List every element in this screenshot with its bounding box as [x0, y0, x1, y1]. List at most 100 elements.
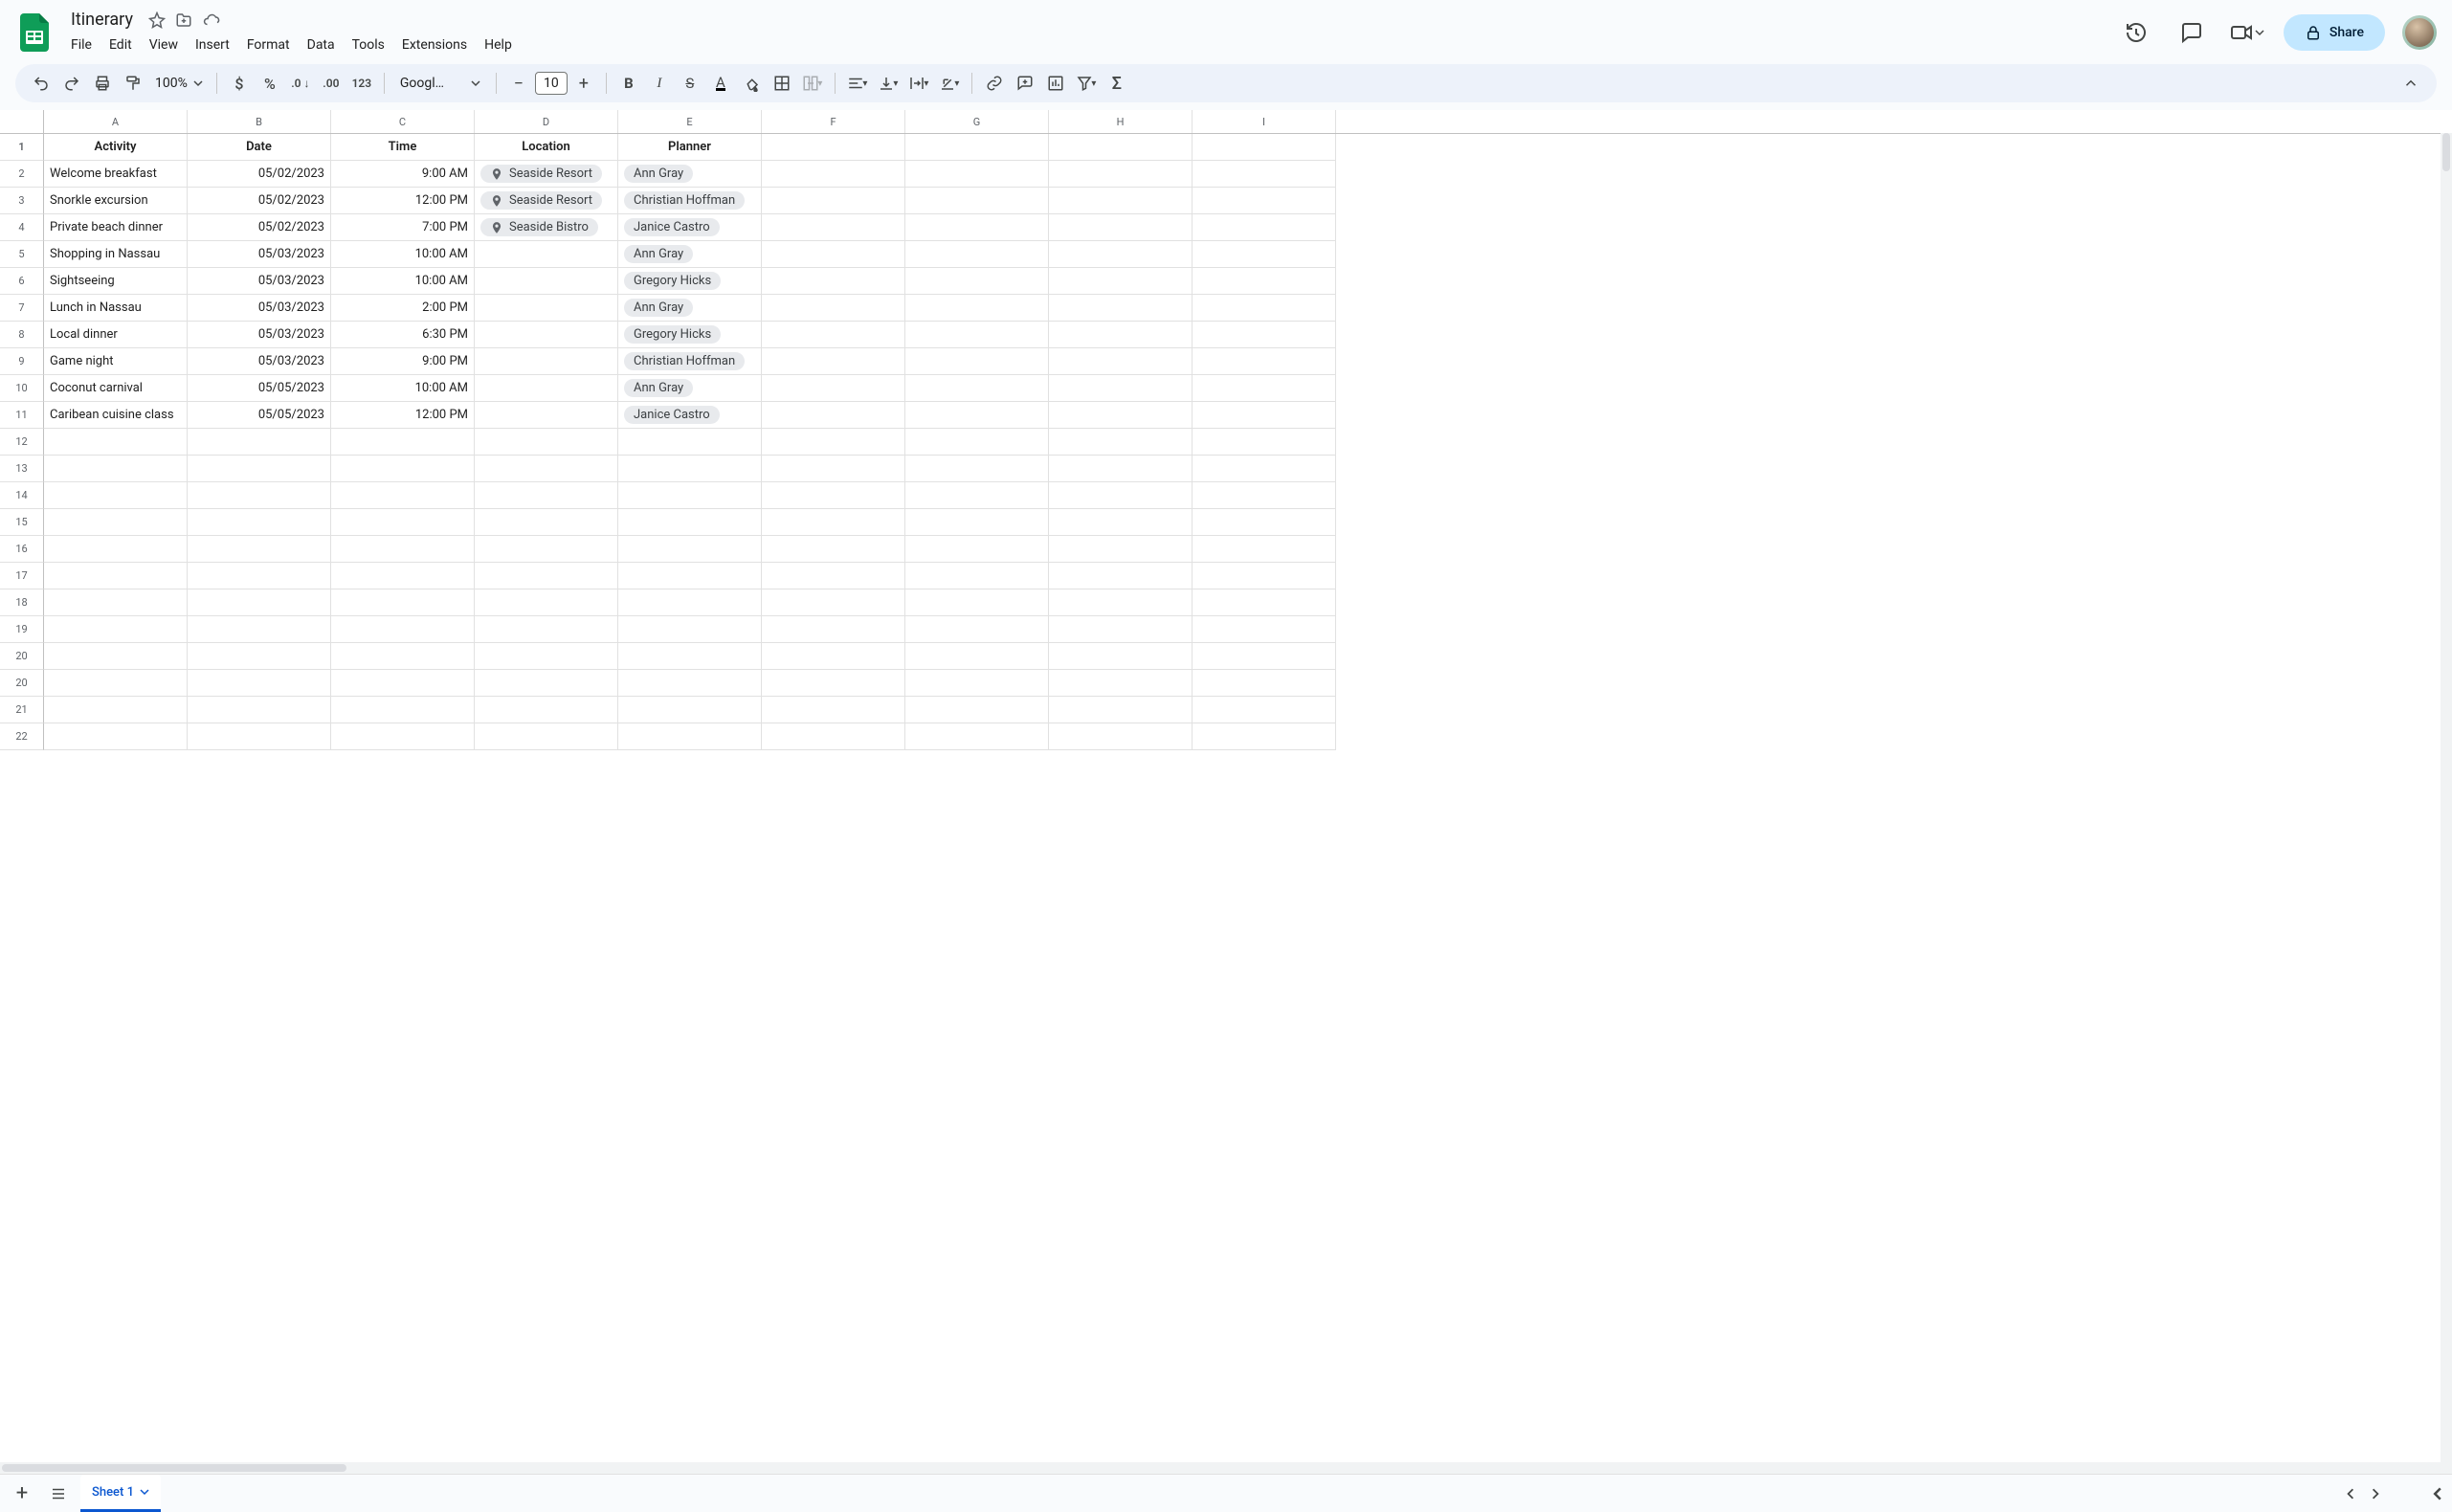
cell-date[interactable]: 05/02/2023: [188, 161, 331, 188]
cell-empty[interactable]: [762, 589, 905, 616]
cell-empty[interactable]: [1049, 188, 1193, 214]
row-header[interactable]: 1: [0, 134, 44, 161]
cell-location[interactable]: [475, 322, 618, 348]
add-sheet-button[interactable]: +: [8, 1479, 36, 1508]
cell-empty[interactable]: [1049, 161, 1193, 188]
cell-empty[interactable]: [44, 723, 188, 750]
location-chip[interactable]: Seaside Bistro: [480, 218, 598, 236]
cell-empty[interactable]: [762, 509, 905, 536]
star-icon[interactable]: [148, 11, 166, 29]
cell-planner[interactable]: Ann Gray: [618, 241, 762, 268]
column-header-I[interactable]: I: [1193, 110, 1336, 133]
currency-button[interactable]: $: [225, 69, 254, 98]
cell-empty[interactable]: [762, 375, 905, 402]
cell-empty[interactable]: [475, 456, 618, 482]
cell-empty[interactable]: [1193, 429, 1336, 456]
cell-empty[interactable]: [762, 643, 905, 670]
cell-empty[interactable]: [1049, 670, 1193, 697]
planner-chip[interactable]: Janice Castro: [624, 406, 720, 424]
cell-empty[interactable]: [331, 509, 475, 536]
cell-time[interactable]: 9:00 AM: [331, 161, 475, 188]
cell-empty[interactable]: [762, 616, 905, 643]
percent-button[interactable]: %: [256, 69, 284, 98]
row-header[interactable]: 15: [0, 509, 44, 536]
row-header[interactable]: 8: [0, 322, 44, 348]
cell-empty[interactable]: [905, 322, 1049, 348]
column-header-F[interactable]: F: [762, 110, 905, 133]
cell-empty[interactable]: [905, 697, 1049, 723]
cell-empty[interactable]: [1193, 188, 1336, 214]
more-formats-button[interactable]: 123: [347, 69, 376, 98]
cell-empty[interactable]: [475, 643, 618, 670]
planner-chip[interactable]: Janice Castro: [624, 218, 720, 236]
cell-empty[interactable]: [188, 482, 331, 509]
header-cell[interactable]: [905, 134, 1049, 161]
cell-empty[interactable]: [188, 509, 331, 536]
cell-empty[interactable]: [762, 161, 905, 188]
cell-date[interactable]: 05/03/2023: [188, 348, 331, 375]
cell-date[interactable]: 05/03/2023: [188, 322, 331, 348]
meet-button[interactable]: [2228, 13, 2266, 52]
menu-format[interactable]: Format: [239, 33, 298, 56]
cell-location[interactable]: [475, 348, 618, 375]
planner-chip[interactable]: Gregory Hicks: [624, 325, 721, 344]
cell-empty[interactable]: [1193, 402, 1336, 429]
cell-empty[interactable]: [1049, 241, 1193, 268]
cell-empty[interactable]: [331, 589, 475, 616]
cell-empty[interactable]: [1049, 348, 1193, 375]
cell-empty[interactable]: [1193, 723, 1336, 750]
collapse-toolbar-button[interactable]: [2396, 69, 2425, 98]
cell-empty[interactable]: [1049, 643, 1193, 670]
cell-empty[interactable]: [618, 456, 762, 482]
cell-planner[interactable]: Christian Hoffman: [618, 188, 762, 214]
cell-empty[interactable]: [618, 429, 762, 456]
cell-planner[interactable]: Janice Castro: [618, 214, 762, 241]
paint-format-button[interactable]: [119, 69, 147, 98]
menu-extensions[interactable]: Extensions: [394, 33, 475, 56]
cell-empty[interactable]: [905, 723, 1049, 750]
row-header[interactable]: 17: [0, 563, 44, 589]
cell-empty[interactable]: [188, 723, 331, 750]
column-header-H[interactable]: H: [1049, 110, 1193, 133]
cell-empty[interactable]: [44, 482, 188, 509]
cell-date[interactable]: 05/05/2023: [188, 402, 331, 429]
cell-empty[interactable]: [905, 295, 1049, 322]
horizontal-align-button[interactable]: ▾: [843, 69, 872, 98]
fill-color-button[interactable]: [737, 69, 766, 98]
menu-tools[interactable]: Tools: [345, 33, 392, 56]
comments-button[interactable]: [2173, 13, 2211, 52]
all-sheets-button[interactable]: [44, 1479, 73, 1508]
cell-empty[interactable]: [1193, 563, 1336, 589]
cell-empty[interactable]: [762, 723, 905, 750]
scrollbar-thumb[interactable]: [2, 1464, 346, 1472]
cell-date[interactable]: 05/03/2023: [188, 268, 331, 295]
cell-empty[interactable]: [905, 429, 1049, 456]
cell-empty[interactable]: [44, 697, 188, 723]
cell-empty[interactable]: [905, 375, 1049, 402]
text-color-button[interactable]: A: [706, 69, 735, 98]
cell-empty[interactable]: [1193, 456, 1336, 482]
cell-location[interactable]: [475, 375, 618, 402]
cell-time[interactable]: 2:00 PM: [331, 295, 475, 322]
insert-comment-button[interactable]: [1011, 69, 1039, 98]
cell-empty[interactable]: [1193, 295, 1336, 322]
planner-chip[interactable]: Gregory Hicks: [624, 272, 721, 290]
cell-empty[interactable]: [331, 643, 475, 670]
cell-empty[interactable]: [905, 589, 1049, 616]
cell-empty[interactable]: [618, 670, 762, 697]
row-header[interactable]: 7: [0, 295, 44, 322]
functions-button[interactable]: Σ: [1103, 69, 1131, 98]
cell-empty[interactable]: [44, 563, 188, 589]
cell-activity[interactable]: Welcome breakfast: [44, 161, 188, 188]
column-header-D[interactable]: D: [475, 110, 618, 133]
row-header[interactable]: 14: [0, 482, 44, 509]
row-header[interactable]: 18: [0, 589, 44, 616]
planner-chip[interactable]: Christian Hoffman: [624, 191, 745, 210]
scrollbar-thumb[interactable]: [2442, 133, 2450, 171]
cell-empty[interactable]: [188, 456, 331, 482]
cell-empty[interactable]: [905, 509, 1049, 536]
cell-location[interactable]: Seaside Resort: [475, 161, 618, 188]
cell-time[interactable]: 12:00 PM: [331, 188, 475, 214]
vertical-scrollbar[interactable]: [2441, 133, 2452, 1474]
cell-activity[interactable]: Shopping in Nassau: [44, 241, 188, 268]
